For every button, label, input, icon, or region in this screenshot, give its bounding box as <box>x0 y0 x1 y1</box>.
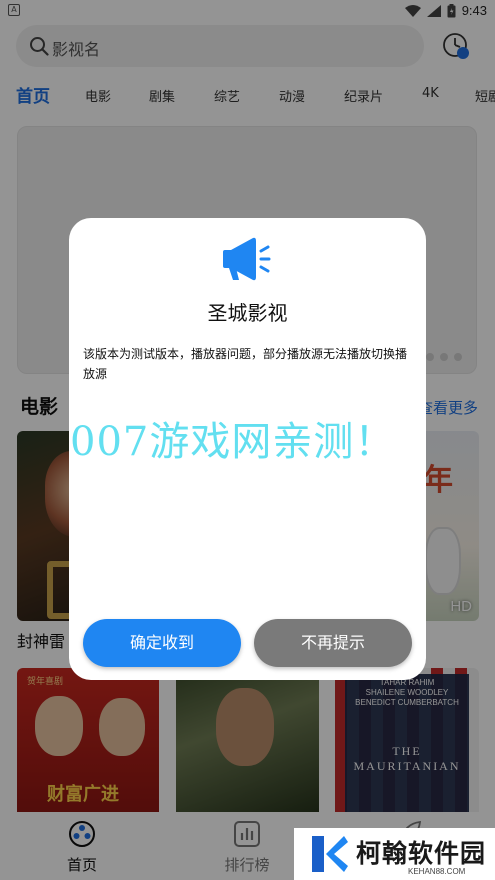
confirm-button[interactable]: 确定收到 <box>83 619 241 667</box>
dont-show-again-button[interactable]: 不再提示 <box>254 619 412 667</box>
watermark-text: 007游戏网亲测！ <box>70 419 396 465</box>
brand-watermark: 柯翰软件园 KEHAN88.COM <box>294 828 495 880</box>
dialog-message: 该版本为测试版本，播放器问题，部分播放源无法播放切换播放源 <box>83 347 408 381</box>
brand-logo-icon <box>312 836 348 872</box>
dialog-title: 圣城影视 <box>207 301 288 325</box>
brand-url: KEHAN88.COM <box>408 867 466 876</box>
brand-name: 柯翰软件园 <box>356 839 487 868</box>
megaphone-icon <box>223 237 271 281</box>
